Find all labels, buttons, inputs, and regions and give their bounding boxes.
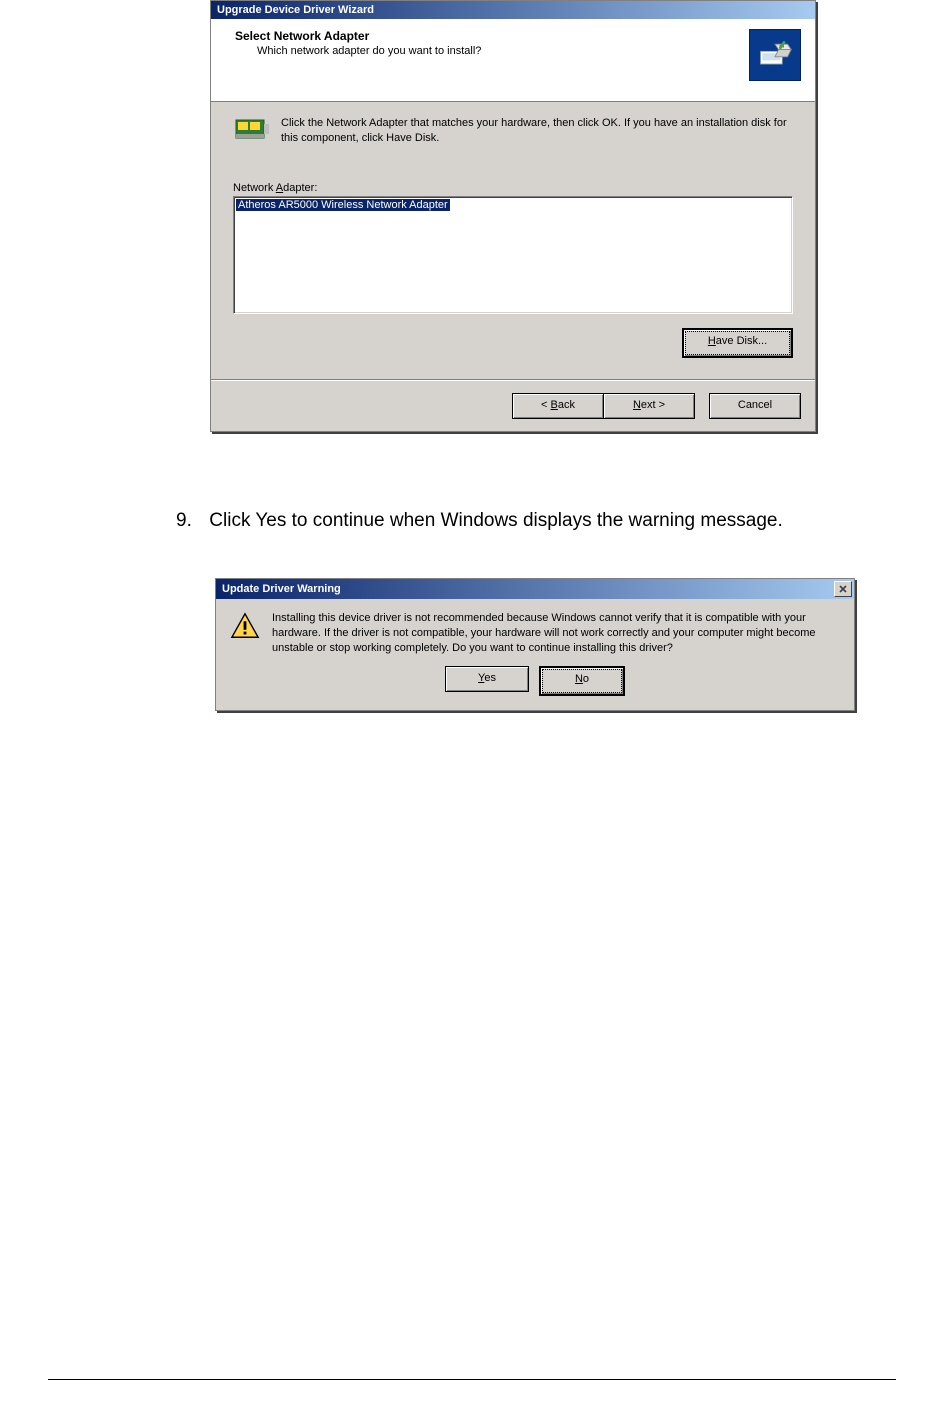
network-adapter-icon bbox=[235, 114, 271, 142]
wizard-footer: < Back Next > Cancel bbox=[211, 380, 815, 431]
network-card-install-icon bbox=[749, 29, 801, 81]
wizard-instruction: Click the Network Adapter that matches y… bbox=[281, 114, 791, 146]
close-button[interactable] bbox=[834, 581, 852, 597]
back-button[interactable]: < Back bbox=[512, 393, 604, 419]
yes-button[interactable]: Yes bbox=[445, 666, 529, 692]
list-item[interactable]: Atheros AR5000 Wireless Network Adapter bbox=[236, 199, 450, 211]
next-button[interactable]: Next > bbox=[603, 393, 695, 419]
wizard-title: Upgrade Device Driver Wizard bbox=[217, 4, 374, 16]
network-adapter-listbox[interactable]: Atheros AR5000 Wireless Network Adapter bbox=[233, 196, 793, 314]
wizard-header: Select Network Adapter Which network ada… bbox=[211, 19, 815, 102]
update-driver-warning-dialog: Update Driver Warning Installing this de… bbox=[215, 578, 855, 711]
warning-title: Update Driver Warning bbox=[222, 583, 341, 595]
wizard-body: Click the Network Adapter that matches y… bbox=[211, 102, 815, 380]
warning-icon bbox=[230, 611, 260, 641]
step-text: Click Yes to continue when Windows displ… bbox=[209, 510, 782, 531]
warning-body: Installing this device driver is not rec… bbox=[216, 599, 854, 662]
warning-message: Installing this device driver is not rec… bbox=[272, 611, 840, 656]
warning-buttons: Yes No bbox=[216, 662, 854, 710]
have-disk-button[interactable]: Have Disk... bbox=[682, 328, 793, 358]
wizard-titlebar: Upgrade Device Driver Wizard bbox=[211, 1, 815, 19]
close-icon bbox=[839, 585, 847, 593]
upgrade-driver-wizard-dialog: Upgrade Device Driver Wizard Select Netw… bbox=[210, 0, 816, 432]
wizard-header-subtitle: Which network adapter do you want to ins… bbox=[257, 45, 801, 57]
no-button[interactable]: No bbox=[539, 666, 625, 696]
wizard-header-title: Select Network Adapter bbox=[235, 29, 801, 43]
step-instruction: 9. Click Yes to continue when Windows di… bbox=[176, 510, 783, 532]
warning-titlebar: Update Driver Warning bbox=[216, 579, 854, 599]
page-footer-rule bbox=[48, 1379, 896, 1380]
adapter-list-label: Network Adapter: bbox=[233, 182, 793, 194]
cancel-button[interactable]: Cancel bbox=[709, 393, 801, 419]
step-number: 9. bbox=[176, 510, 204, 532]
